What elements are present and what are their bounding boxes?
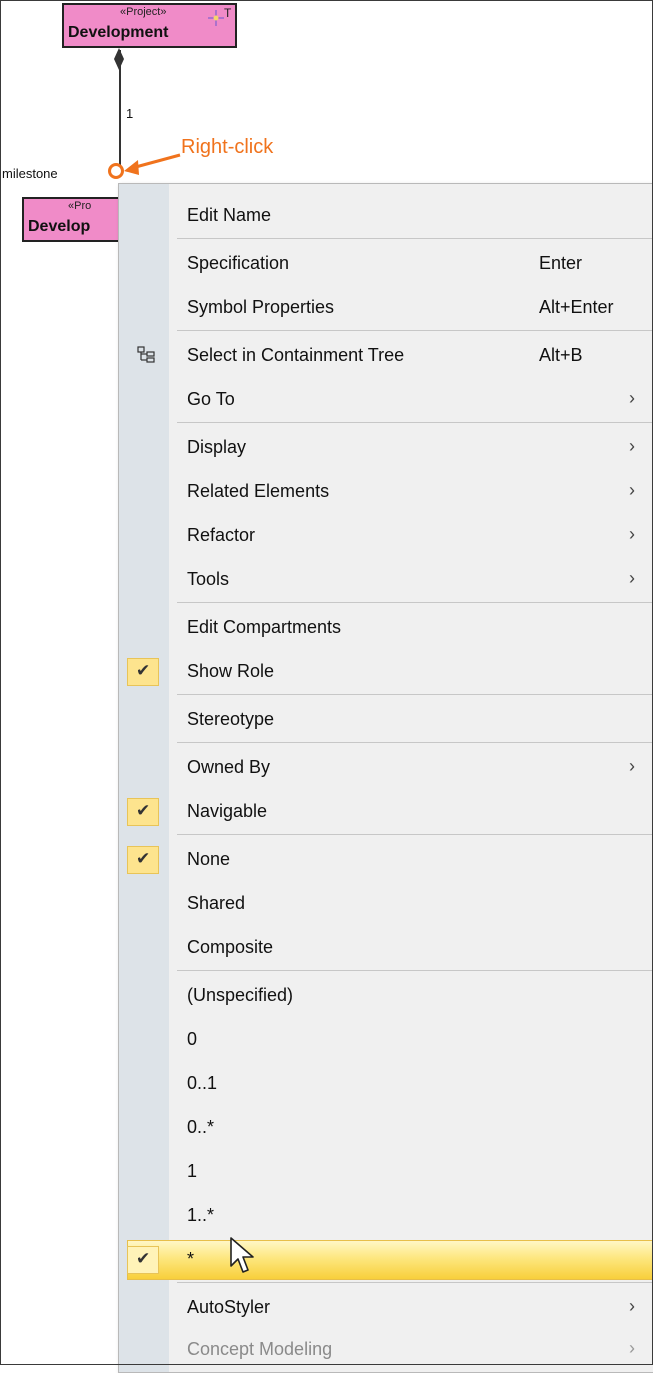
menu-item-label: 0..1: [187, 1073, 218, 1093]
menu-item-label: Shared: [187, 893, 246, 913]
menu-item-shortcut: Alt+B: [539, 345, 583, 365]
mouse-cursor-icon: [230, 1237, 254, 1273]
chevron-right-icon: ›: [629, 756, 635, 776]
menu-item-label: *: [187, 1249, 195, 1269]
menu-separator: [177, 694, 653, 695]
menu-item-symbol-properties[interactable]: Symbol Properties Alt+Enter: [119, 288, 653, 328]
annotation-arrow-icon: [124, 153, 181, 175]
menu-item-mult-1-many[interactable]: 1..*: [119, 1196, 653, 1236]
context-menu: Edit Name Specification Enter Symbol Pro…: [118, 183, 653, 1373]
menu-item-label: Refactor: [187, 525, 256, 545]
menu-separator: [177, 834, 653, 835]
top-class-corner-label: T: [224, 6, 232, 20]
menu-item-mult-0[interactable]: 0: [119, 1020, 653, 1060]
chevron-right-icon: ›: [629, 388, 635, 408]
menu-item-label: Edit Name: [187, 205, 272, 225]
menu-item-owned-by[interactable]: Owned By ›: [119, 748, 653, 788]
checkmark-icon: ✔: [127, 1246, 159, 1274]
menu-item-navigable[interactable]: ✔ Navigable: [119, 792, 653, 832]
menu-item-label: Composite: [187, 937, 274, 957]
menu-item-label: 1: [187, 1161, 198, 1181]
role-label[interactable]: milestone: [2, 166, 58, 181]
menu-item-label: Owned By: [187, 757, 271, 777]
containment-tree-icon: [137, 346, 155, 363]
menu-item-select-in-containment-tree[interactable]: Select in Containment Tree Alt+B: [119, 336, 653, 376]
menu-separator: [177, 330, 653, 331]
menu-separator: [177, 970, 653, 971]
checkmark-glyph: ✔: [136, 801, 151, 820]
bottom-class-name: Develop: [28, 218, 91, 235]
menu-item-label: Related Elements: [187, 481, 330, 501]
menu-item-specification[interactable]: Specification Enter: [119, 244, 653, 284]
menu-item-label: Display: [187, 437, 247, 457]
menu-item-none[interactable]: ✔ None: [119, 840, 653, 880]
menu-item-label: Navigable: [187, 801, 268, 821]
menu-separator: [177, 422, 653, 423]
menu-separator: [177, 238, 653, 239]
menu-item-mult-0-1[interactable]: 0..1: [119, 1064, 653, 1104]
chevron-right-icon: ›: [629, 1296, 635, 1316]
checkmark-glyph: ✔: [136, 1249, 151, 1268]
menu-separator: [177, 602, 653, 603]
menu-item-display[interactable]: Display ›: [119, 428, 653, 468]
annotation-right-click: Right-click: [181, 136, 274, 158]
bottom-class-stereotype: «Pro: [68, 200, 92, 212]
menu-item-edit-compartments[interactable]: Edit Compartments: [119, 608, 653, 648]
menu-item-edit-name[interactable]: Edit Name: [119, 196, 653, 236]
menu-item-autostyler[interactable]: AutoStyler ›: [119, 1288, 653, 1328]
checkmark-icon: ✔: [127, 658, 159, 686]
menu-item-stereotype[interactable]: Stereotype: [119, 700, 653, 740]
menu-item-label: Tools: [187, 569, 230, 589]
checkmark-glyph: ✔: [136, 661, 151, 680]
menu-separator: [177, 742, 653, 743]
menu-item-related-elements[interactable]: Related Elements ›: [119, 472, 653, 512]
chevron-right-icon: ›: [629, 480, 635, 500]
menu-item-go-to[interactable]: Go To ›: [119, 380, 653, 420]
menu-item-label: (Unspecified): [187, 985, 294, 1005]
hover-highlight: [127, 1240, 653, 1280]
menu-item-label: Edit Compartments: [187, 617, 342, 637]
menu-item-label: Go To: [187, 389, 235, 409]
menu-item-label: Concept Modeling: [187, 1339, 333, 1359]
chevron-right-icon: ›: [629, 524, 635, 544]
chevron-right-icon: ›: [629, 436, 635, 456]
menu-item-label: Symbol Properties: [187, 297, 335, 317]
menu-item-composite[interactable]: Composite: [119, 928, 653, 968]
menu-item-label: None: [187, 849, 231, 869]
chevron-right-icon: ›: [629, 1338, 635, 1358]
menu-item-mult-1[interactable]: 1: [119, 1152, 653, 1192]
menu-item-label: 0..*: [187, 1117, 215, 1137]
menu-separator: [177, 1282, 653, 1283]
menu-item-label: Stereotype: [187, 709, 275, 729]
menu-item-label: AutoStyler: [187, 1297, 271, 1317]
checkmark-icon: ✔: [127, 798, 159, 826]
chevron-right-icon: ›: [629, 568, 635, 588]
menu-item-label: Specification: [187, 253, 290, 273]
menu-item-label: Select in Containment Tree: [187, 345, 405, 365]
menu-item-mult-0-many[interactable]: 0..*: [119, 1108, 653, 1148]
menu-item-mult-many[interactable]: ✔ *: [119, 1240, 653, 1280]
bottom-class-box[interactable]: «Pro Develop: [22, 197, 132, 242]
menu-item-label: Show Role: [187, 661, 275, 681]
menu-item-shortcut: Alt+Enter: [539, 297, 614, 317]
association-end-handle[interactable]: [108, 163, 124, 179]
menu-item-shortcut: Enter: [539, 253, 583, 273]
menu-item-refactor[interactable]: Refactor ›: [119, 516, 653, 556]
menu-item-show-role[interactable]: ✔ Show Role: [119, 652, 653, 692]
menu-item-unspecified[interactable]: (Unspecified): [119, 976, 653, 1016]
menu-item-label: 0: [187, 1029, 198, 1049]
checkmark-glyph: ✔: [136, 849, 151, 868]
menu-item-tools[interactable]: Tools ›: [119, 560, 653, 600]
menu-item-label: 1..*: [187, 1205, 215, 1225]
menu-item-concept-modeling[interactable]: Concept Modeling ›: [119, 1330, 653, 1370]
checkmark-icon: ✔: [127, 846, 159, 874]
menu-item-shared[interactable]: Shared: [119, 884, 653, 924]
